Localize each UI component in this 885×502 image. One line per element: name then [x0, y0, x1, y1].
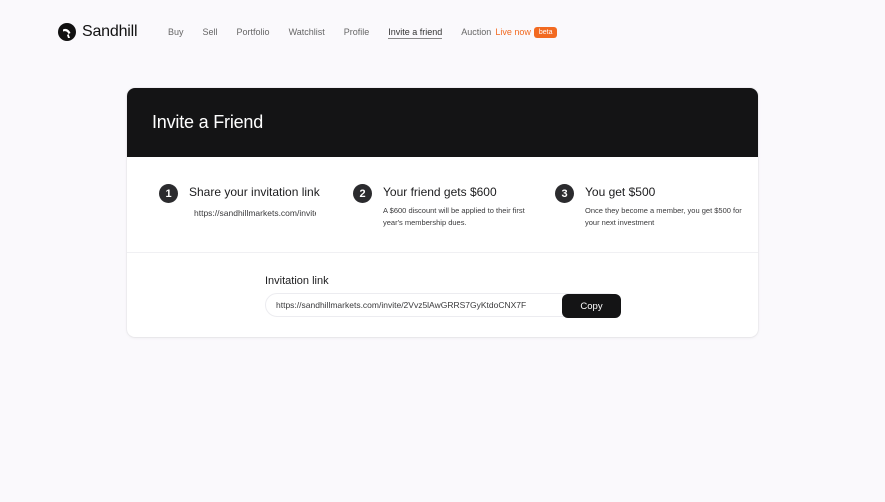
live-now-label: Live now	[495, 27, 531, 37]
step-description: Once they become a member, you get $500 …	[585, 206, 742, 227]
nav-watchlist[interactable]: Watchlist	[289, 27, 325, 37]
step-title: You get $500	[585, 185, 656, 199]
invitation-link-label: Invitation link	[265, 275, 329, 287]
invite-card: Invite a Friend 1 Share your invitation …	[127, 88, 758, 337]
nav-portfolio[interactable]: Portfolio	[237, 27, 270, 37]
beta-badge: beta	[533, 26, 558, 38]
sandhill-logo-icon	[58, 23, 76, 41]
brand-name: Sandhill	[82, 23, 138, 40]
nav-invite-a-friend[interactable]: Invite a friend	[388, 27, 443, 39]
step-number: 3	[555, 184, 574, 203]
nav-auction-label: Auction	[461, 27, 492, 37]
share-link-text[interactable]: https://sandhillmarkets.com/invite/2Vvz5…	[192, 206, 316, 220]
top-nav: Sandhill Buy Sell Portfolio Watchlist Pr…	[0, 0, 885, 64]
nav-links: Buy Sell Portfolio Watchlist Profile Inv…	[168, 24, 558, 40]
nav-sell[interactable]: Sell	[203, 27, 218, 37]
step-title: Share your invitation link	[189, 185, 320, 199]
card-header: Invite a Friend	[127, 88, 758, 157]
nav-profile[interactable]: Profile	[344, 27, 370, 37]
step-number: 2	[353, 184, 372, 203]
nav-auction[interactable]: Auction Live now beta	[461, 26, 558, 38]
step-title: Your friend gets $600	[383, 185, 497, 199]
copy-button[interactable]: Copy	[562, 294, 621, 318]
steps: 1 Share your invitation link https://san…	[127, 157, 758, 253]
invitation-link-input[interactable]	[276, 294, 566, 316]
invitation-link-field: Copy	[265, 293, 621, 318]
step-description: A $600 discount will be applied to their…	[383, 206, 525, 227]
nav-buy[interactable]: Buy	[168, 27, 184, 37]
card-title: Invite a Friend	[152, 112, 264, 132]
step-number: 1	[159, 184, 178, 203]
brand[interactable]: Sandhill	[58, 22, 138, 42]
